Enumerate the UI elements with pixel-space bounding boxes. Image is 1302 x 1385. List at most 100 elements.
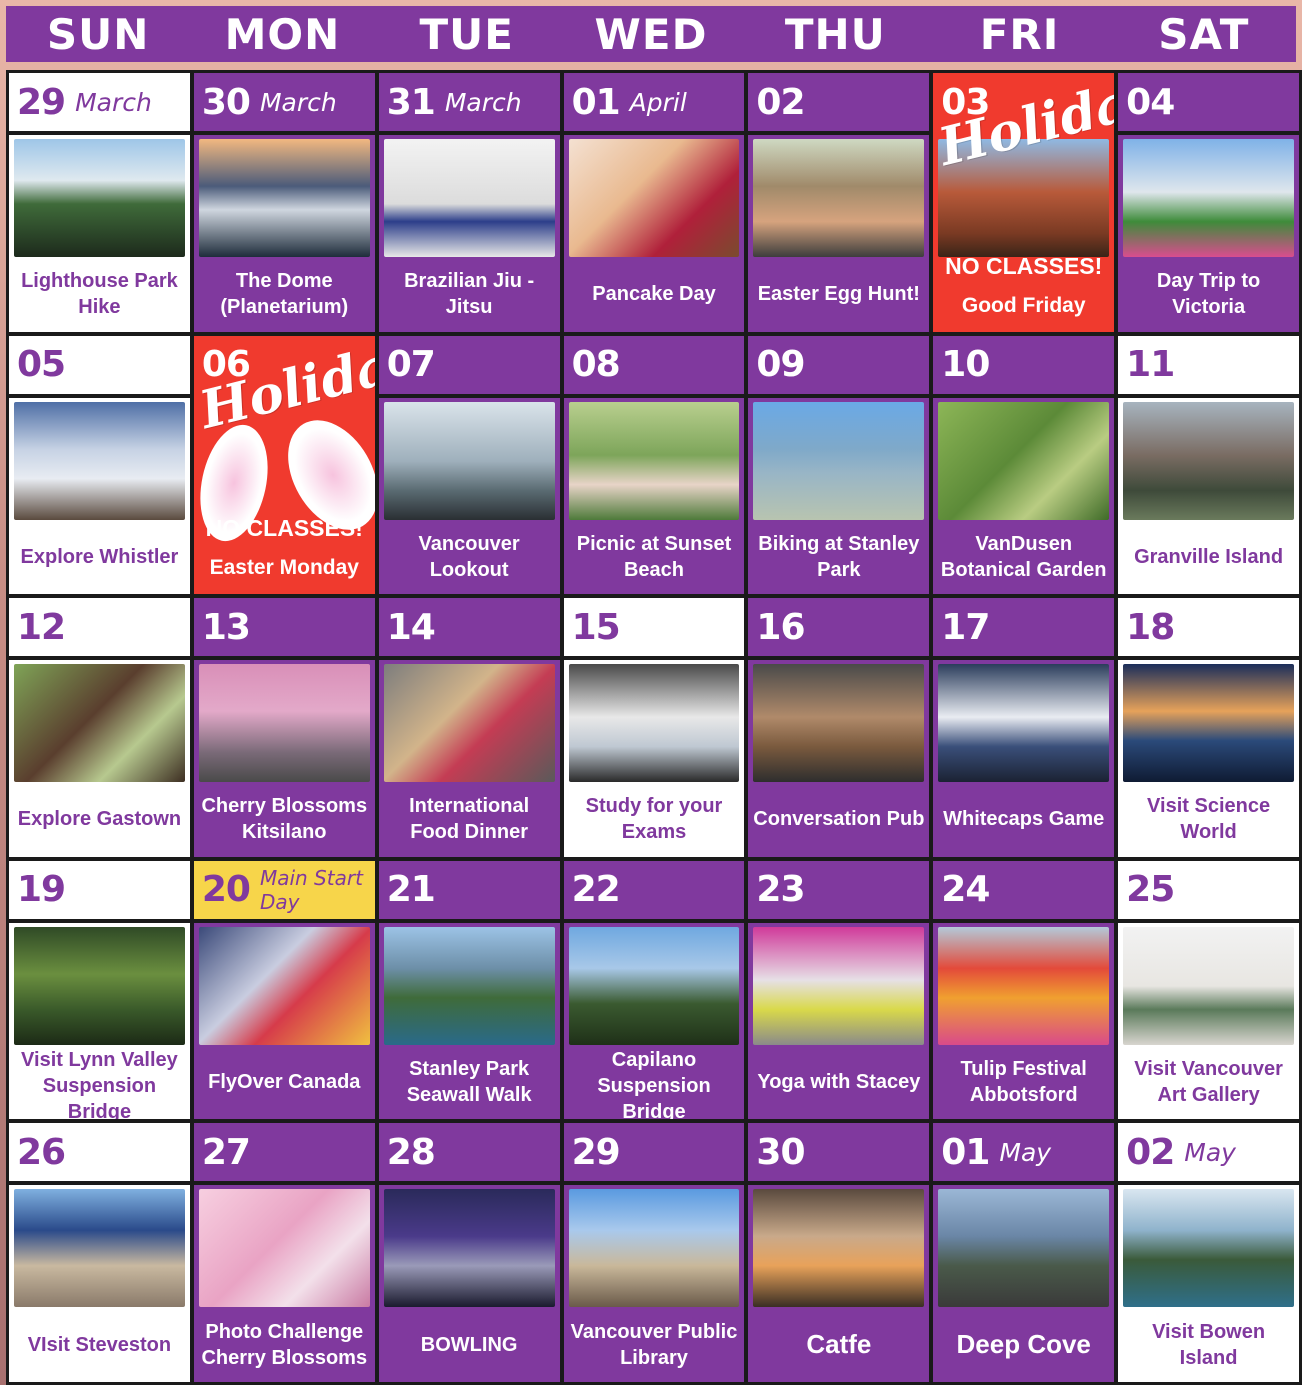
day-cell[interactable]: 21 Stanley Park Seawall Walk [378, 860, 560, 1120]
day-number: 04 [1126, 81, 1175, 123]
day-number: 17 [941, 606, 990, 648]
event-label: Vancouver Public Library [570, 1320, 738, 1369]
event-photo [753, 926, 925, 1045]
day-cell[interactable]: 02 May Visit Bowen Island [1118, 1123, 1299, 1382]
day-cell[interactable]: 12 Explore Gastown [9, 598, 190, 857]
month-label: March [75, 87, 152, 117]
day-cell[interactable]: 08 Picnic at Sunset Beach [563, 335, 745, 595]
event-photo [568, 401, 740, 520]
day-cell[interactable]: 20 Main Start Day FlyOver Canada [193, 860, 375, 1120]
day-number: 05 [17, 344, 66, 386]
day-cell[interactable]: 29 March Lighthouse Park Hike [9, 73, 190, 332]
day-number: 28 [386, 1131, 436, 1173]
day-cell[interactable]: 27 Photo Challenge Cherry Blossoms [193, 1123, 375, 1382]
day-number: 07 [386, 344, 436, 386]
day-number: 10 [941, 344, 990, 386]
date-bar: 30 [748, 1123, 930, 1186]
date-bar: 18 [1118, 598, 1299, 661]
event-label: Picnic at Sunset Beach [576, 532, 732, 581]
event-photo [383, 139, 555, 257]
day-cell[interactable]: 17 Whitecaps Game [933, 598, 1115, 857]
event-photo [198, 1189, 370, 1308]
day-cell[interactable]: 30 March The Dome (Planetarium) [193, 73, 375, 332]
date-bar: 03 [933, 73, 1115, 135]
day-number: 09 [756, 344, 805, 386]
day-cell[interactable]: 23 Yoga with Stacey [748, 860, 930, 1120]
day-number: 30 [756, 1131, 805, 1173]
event-label: Photo Challenge Cherry Blossoms [201, 1320, 368, 1369]
event-label: Cherry Blossoms Kitsilano [201, 795, 368, 844]
event-label: Visit Bowen Island [1152, 1320, 1266, 1369]
day-number: 08 [571, 344, 621, 386]
day-cell[interactable]: 09 Biking at Stanley Park [748, 335, 930, 595]
day-cell[interactable]: 24 Tulip Festival Abbotsford [933, 860, 1115, 1120]
date-bar: 28 [378, 1123, 560, 1186]
date-bar: 02 [748, 73, 930, 135]
weekday-sat: SAT [1158, 9, 1250, 59]
date-bar: 27 [193, 1123, 375, 1186]
day-cell[interactable]: 03 Holiday NO CLASSES! Good Friday [933, 73, 1115, 332]
event-label: International Food Dinner [409, 795, 530, 844]
calendar-grid: 29 March Lighthouse Park Hike 30 March The Do… [6, 70, 1302, 1385]
day-cell[interactable]: 02 Easter Egg Hunt! [748, 73, 930, 332]
day-cell[interactable]: 14 International Food Dinner [378, 598, 560, 857]
day-cell[interactable]: 06 Holiday NO CLASSES! Easter Monday [193, 335, 375, 595]
event-photo [1123, 664, 1294, 783]
date-bar: 01 May [933, 1123, 1115, 1186]
date-bar: 29 [563, 1123, 745, 1186]
holiday-name: Easter Monday [209, 556, 359, 580]
day-number: 11 [1126, 344, 1175, 386]
day-cell[interactable]: 13 Cherry Blossoms Kitsilano [193, 598, 375, 857]
day-cell[interactable]: 11 Granville Island [1118, 335, 1299, 595]
day-cell[interactable]: 31 March Brazilian Jiu - Jitsu [378, 73, 560, 332]
event-photo [568, 664, 740, 783]
event-label: VIsit Steveston [27, 1333, 172, 1356]
event-photo [1123, 926, 1294, 1045]
event-photo [14, 664, 185, 783]
event-photo [753, 401, 925, 520]
day-cell[interactable]: 29 Vancouver Public Library [563, 1123, 745, 1382]
event-label: Visit Vancouver Art Gallery [1134, 1058, 1283, 1107]
event-photo [938, 1189, 1110, 1308]
event-label: Study for your Exams [585, 795, 723, 844]
day-cell[interactable]: 07 Vancouver Lookout [378, 335, 560, 595]
day-cell[interactable]: 26 VIsit Steveston [9, 1123, 190, 1382]
day-number: 02 [1126, 1131, 1175, 1173]
event-label: Visit Science World [1147, 795, 1271, 844]
day-number: 01 [941, 1131, 990, 1173]
date-bar: 04 [1118, 73, 1299, 135]
day-cell[interactable]: 10 VanDusen Botanical Garden [933, 335, 1115, 595]
day-cell[interactable]: 30 Catfe [748, 1123, 930, 1382]
day-number: 22 [571, 869, 621, 911]
month-label: May [999, 1137, 1052, 1167]
date-bar: 14 [378, 598, 560, 661]
event-photo [568, 926, 740, 1045]
day-cell[interactable]: 22 Capilano Suspension Bridge [563, 860, 745, 1120]
day-cell[interactable]: 05 Explore Whistler [9, 335, 190, 595]
event-photo [383, 664, 555, 783]
event-photo [568, 139, 740, 257]
date-bar: 17 [933, 598, 1115, 661]
event-label: Brazilian Jiu - Jitsu [404, 270, 535, 319]
event-label: The Dome (Planetarium) [220, 270, 349, 319]
day-number: 15 [571, 606, 621, 648]
day-number: 06 [201, 344, 251, 386]
day-cell[interactable]: 16 Conversation Pub [748, 598, 930, 857]
day-cell[interactable]: 15 Study for your Exams [563, 598, 745, 857]
day-cell[interactable]: 18 Visit Science World [1118, 598, 1299, 857]
event-photo [753, 139, 925, 257]
event-label: FlyOver Canada [208, 1071, 361, 1094]
weekday-fri: FRI [979, 9, 1060, 59]
day-cell[interactable]: 04 Day Trip to Victoria [1118, 73, 1299, 332]
event-photo [1123, 1189, 1294, 1308]
month-label: May [1184, 1137, 1236, 1167]
day-number: 03 [941, 81, 990, 123]
day-cell[interactable]: 01 April Pancake Day [563, 73, 745, 332]
event-label: Stanley Park Seawall Walk [406, 1058, 532, 1107]
day-cell[interactable]: 01 May Deep Cove [933, 1123, 1115, 1382]
weekday-tue: TUE [419, 9, 514, 59]
day-cell[interactable]: 28 BOWLING [378, 1123, 560, 1382]
day-number: 29 [571, 1131, 621, 1173]
day-cell[interactable]: 19 Visit Lynn Valley Suspension Bridge [9, 860, 190, 1120]
day-cell[interactable]: 25 Visit Vancouver Art Gallery [1118, 860, 1299, 1120]
